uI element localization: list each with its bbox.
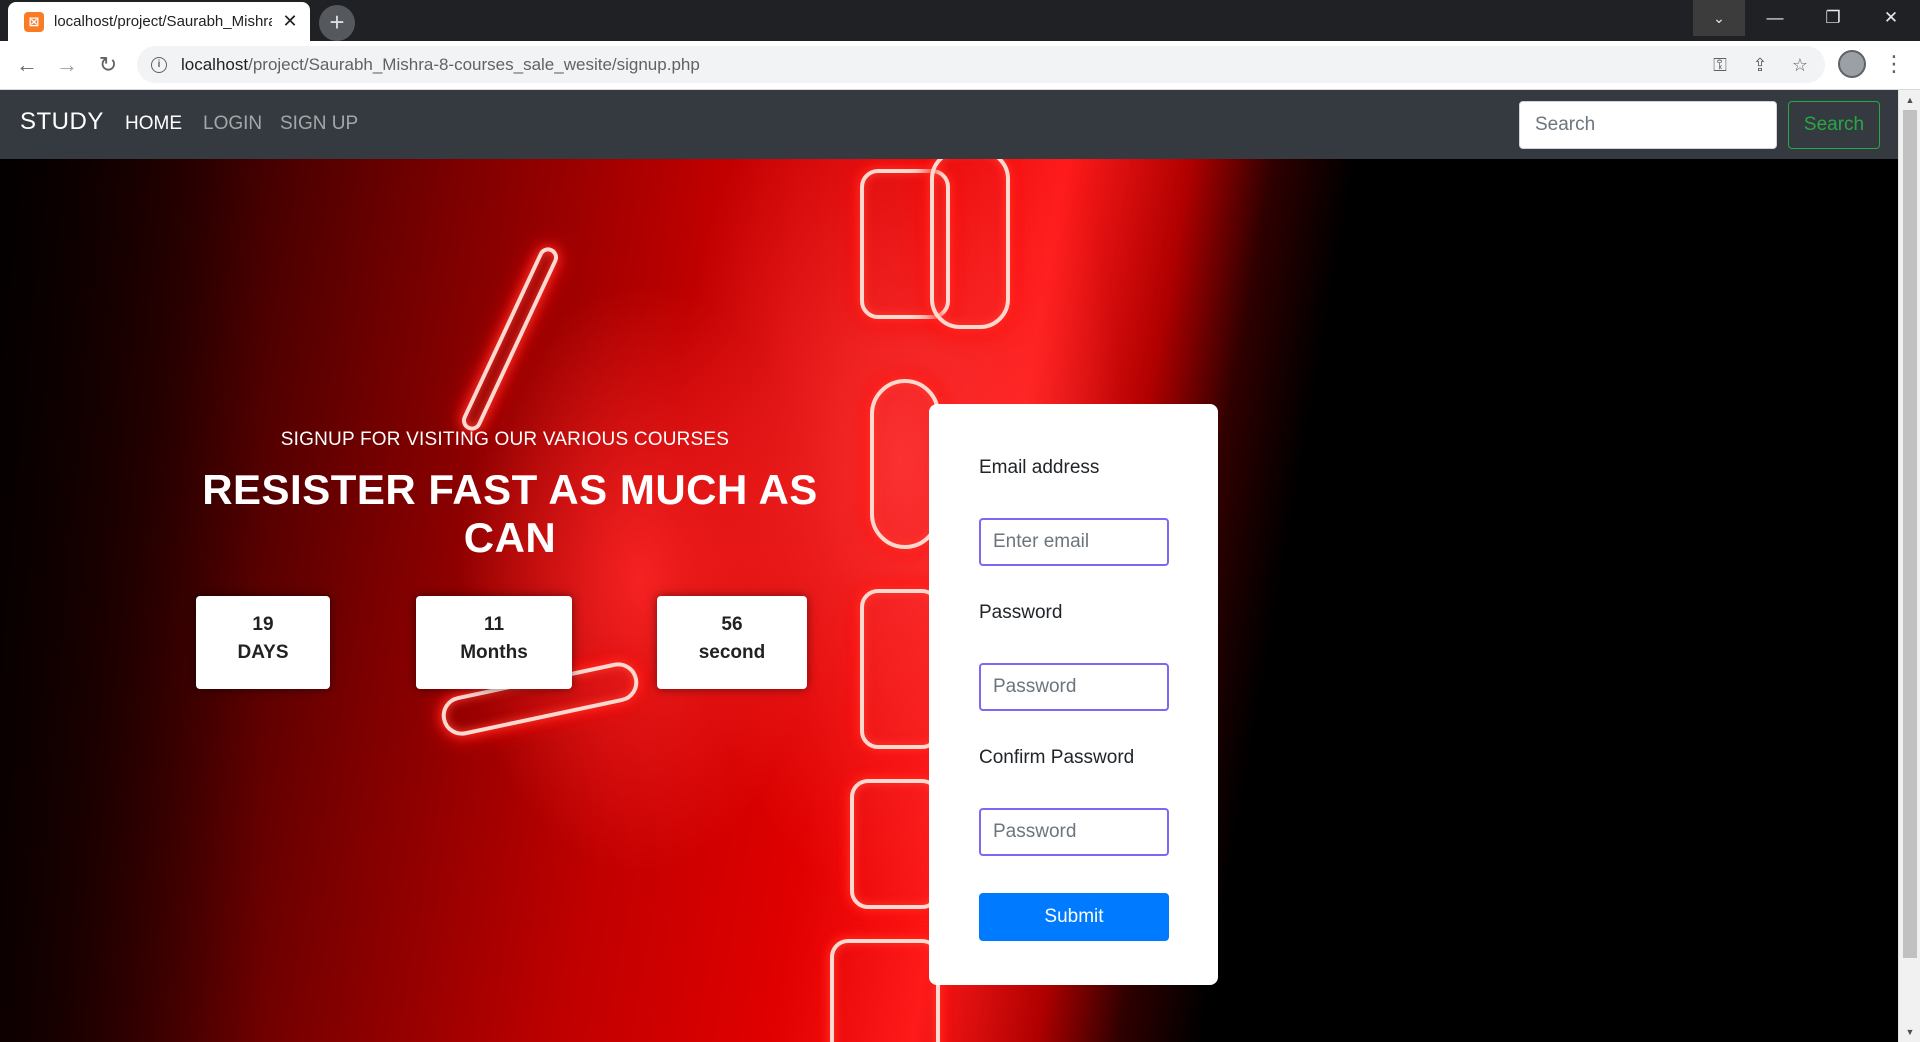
reload-icon[interactable]: ↻	[90, 47, 126, 83]
countdown-seconds-value: 56	[721, 614, 743, 635]
countdown-days-unit: DAYS	[237, 642, 289, 663]
navbar-search-button[interactable]: Search	[1788, 101, 1880, 149]
countdown-days: 19 DAYS	[196, 596, 330, 689]
hero-title: RESISTER FAST AS MUCH AS CAN	[202, 466, 818, 561]
forward-arrow-icon[interactable]: →	[49, 47, 85, 83]
back-arrow-icon[interactable]: ←	[9, 47, 45, 83]
countdown-months: 11 Months	[416, 596, 572, 689]
tab-title: localhost/project/Saurabh_Mishra-8-cours…	[54, 13, 272, 30]
url-path: /project/Saurabh_Mishra-8-courses_sale_w…	[248, 54, 700, 74]
nav-home[interactable]: HOME	[125, 113, 182, 135]
password-field[interactable]	[979, 663, 1169, 711]
email-field[interactable]	[979, 518, 1169, 566]
neon-sign-segment	[860, 589, 940, 749]
confirm-password-field[interactable]	[979, 808, 1169, 856]
hero-section: SIGNUP FOR VISITING OUR VARIOUS COURSES …	[0, 159, 1898, 1042]
countdown-seconds-unit: second	[698, 642, 766, 663]
hero-subtitle: SIGNUP FOR VISITING OUR VARIOUS COURSES	[280, 429, 730, 450]
browser-menu-icon[interactable]: ⋮	[1883, 49, 1905, 79]
xampp-favicon-icon: ⊠	[24, 11, 44, 32]
url-text: localhost/project/Saurabh_Mishra-8-cours…	[181, 55, 700, 75]
countdown-days-value: 19	[252, 614, 274, 635]
restore-icon[interactable]: ❐	[1808, 0, 1858, 36]
neon-sign-segment	[930, 159, 1010, 329]
submit-button[interactable]: Submit	[979, 893, 1169, 941]
nav-login[interactable]: LOGIN	[203, 113, 262, 135]
navbar-search-input[interactable]	[1519, 101, 1777, 149]
site-info-icon[interactable]: i	[151, 56, 167, 73]
minimize-icon[interactable]: —	[1750, 0, 1800, 36]
key-icon[interactable]: ⚿	[1707, 52, 1733, 78]
countdown-seconds: 56 second	[657, 596, 807, 689]
address-bar[interactable]: i localhost/project/Saurabh_Mishra-8-cou…	[137, 46, 1825, 83]
nav-signup[interactable]: SIGN UP	[280, 113, 358, 135]
scroll-down-arrow-icon[interactable]: ▼	[1899, 1022, 1920, 1042]
neon-sign-segment	[850, 779, 940, 909]
countdown-months-value: 11	[483, 614, 505, 635]
browser-titlebar: ⊠ localhost/project/Saurabh_Mishra-8-cou…	[0, 0, 1920, 41]
brand-logo[interactable]: STUDY	[20, 108, 104, 136]
page-scrollbar[interactable]: ▲ ▼	[1898, 90, 1920, 1042]
countdown-months-unit: Months	[460, 642, 528, 663]
signup-form-card: Email address Password Confirm Password …	[929, 404, 1218, 985]
browser-toolbar: ← → ↻ i localhost/project/Saurabh_Mishra…	[0, 41, 1920, 90]
site-navbar: STUDY HOME LOGIN SIGN UP Search	[0, 90, 1898, 159]
browser-tab[interactable]: ⊠ localhost/project/Saurabh_Mishra-8-cou…	[8, 2, 310, 41]
page-viewport: STUDY HOME LOGIN SIGN UP Search SIGNUP F…	[0, 90, 1898, 1042]
new-tab-button[interactable]: +	[319, 5, 355, 41]
password-label: Password	[979, 602, 1063, 623]
share-icon[interactable]: ⇪	[1747, 52, 1773, 78]
close-window-icon[interactable]: ✕	[1866, 0, 1916, 36]
scrollbar-thumb[interactable]	[1903, 110, 1917, 958]
url-host: localhost	[181, 54, 249, 74]
tab-search-chevron-icon[interactable]: ⌄	[1693, 0, 1745, 36]
close-tab-icon[interactable]: ✕	[280, 11, 300, 32]
profile-avatar[interactable]	[1838, 50, 1866, 78]
email-label: Email address	[979, 457, 1100, 478]
scroll-up-arrow-icon[interactable]: ▲	[1899, 90, 1920, 110]
bookmark-star-icon[interactable]: ☆	[1787, 52, 1813, 78]
neon-sign-segment	[830, 939, 940, 1042]
neon-tube	[458, 244, 562, 434]
confirm-password-label: Confirm Password	[979, 747, 1135, 768]
